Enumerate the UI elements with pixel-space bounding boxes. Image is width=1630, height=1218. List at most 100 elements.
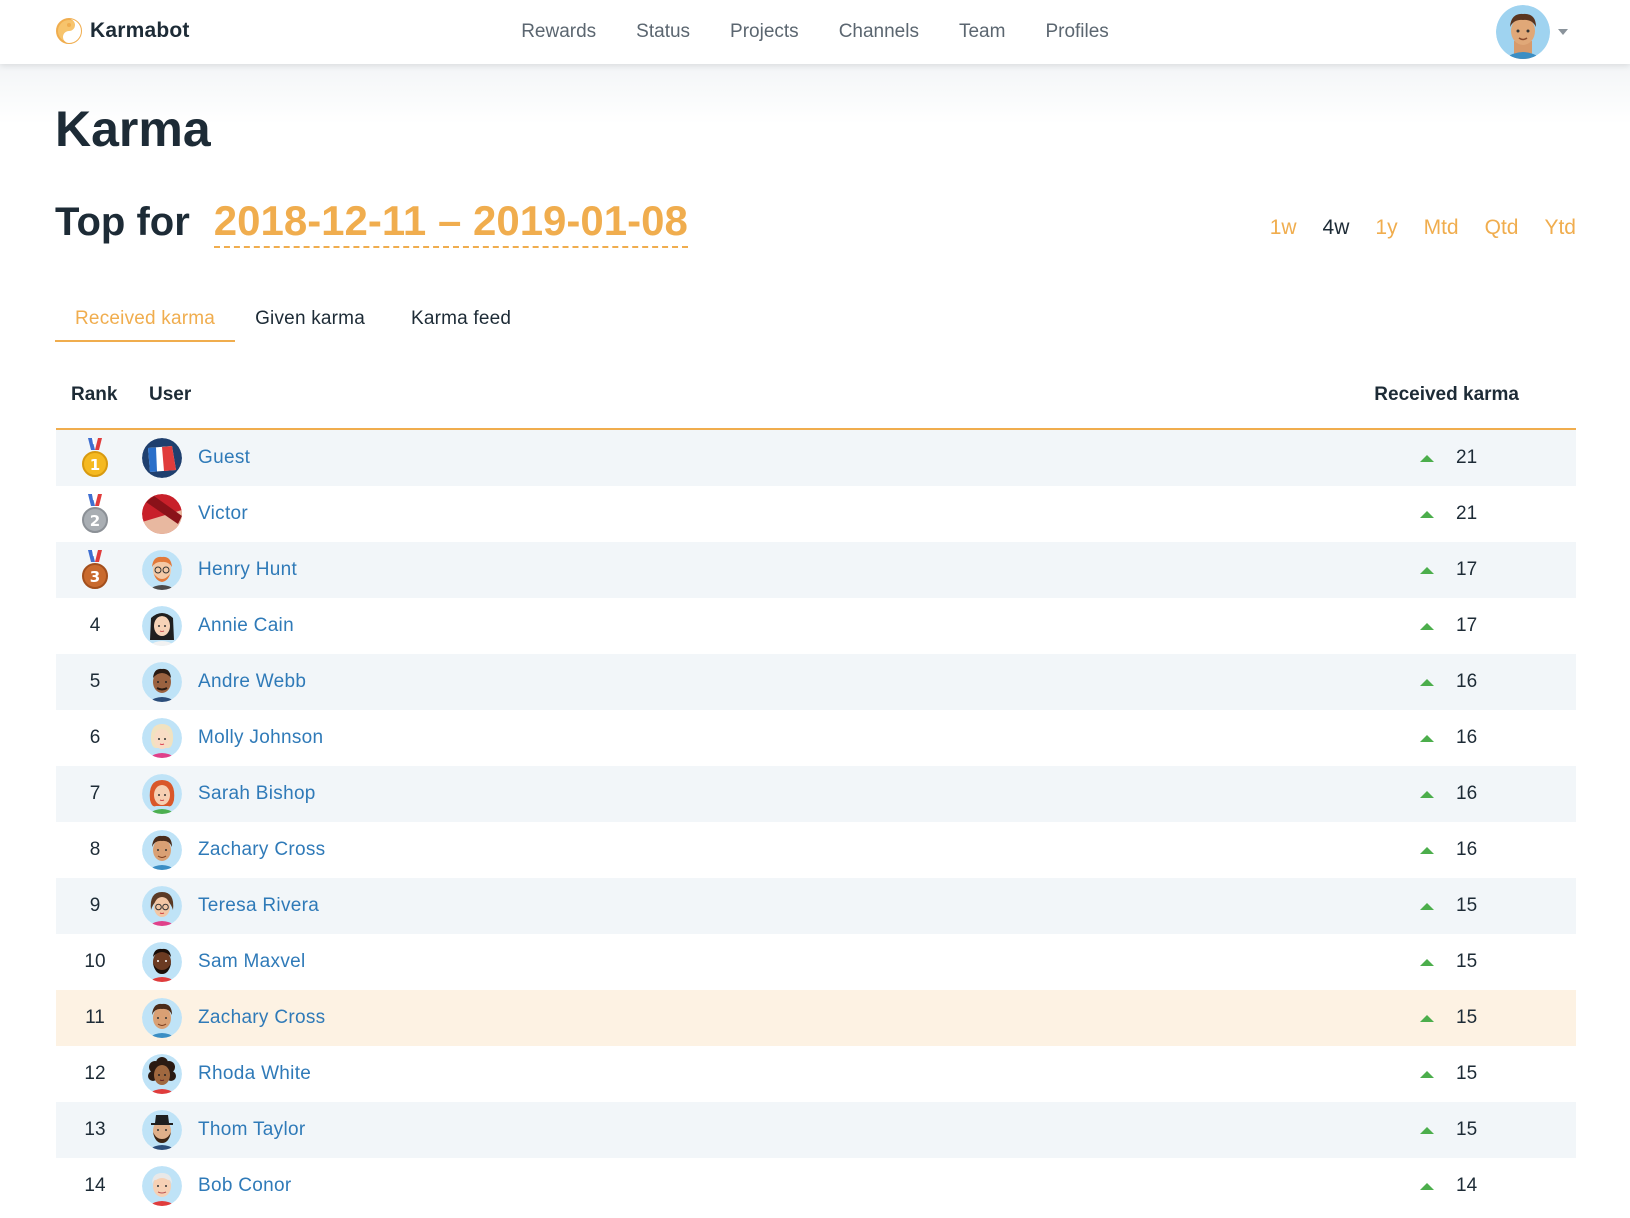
karma-value: 15 <box>1456 1119 1478 1140</box>
user-avatar <box>1496 5 1550 59</box>
period-selector: 1w 4w 1y Mtd Qtd Ytd <box>1244 216 1576 240</box>
karma-value: 15 <box>1456 951 1478 972</box>
user-name-link[interactable]: Andre Webb <box>198 654 306 710</box>
karma-cell: 15 <box>1420 878 1477 934</box>
nav-rewards[interactable]: Rewards <box>501 0 616 64</box>
karma-value: 17 <box>1456 615 1478 636</box>
column-header-user[interactable]: User <box>149 384 191 406</box>
period-mtd[interactable]: Mtd <box>1398 216 1459 240</box>
trend-up-icon <box>1420 1014 1434 1022</box>
karma-value: 15 <box>1456 895 1478 916</box>
user-avatar[interactable] <box>142 774 182 814</box>
user-avatar[interactable] <box>142 1166 182 1206</box>
user-avatar[interactable] <box>142 718 182 758</box>
column-header-received-karma[interactable]: Received karma <box>1374 384 1519 406</box>
user-name-link[interactable]: Molly Johnson <box>198 710 323 766</box>
column-header-rank[interactable]: Rank <box>71 384 117 406</box>
main-nav: Rewards Status Projects Channels Team Pr… <box>0 0 1630 64</box>
trend-up-icon <box>1420 454 1434 462</box>
trend-up-icon <box>1420 622 1434 630</box>
rank-cell: 1 <box>56 430 134 486</box>
nav-channels[interactable]: Channels <box>819 0 939 64</box>
brand-link[interactable]: Karmabot <box>56 16 190 46</box>
user-name-link[interactable]: Guest <box>198 430 250 486</box>
user-avatar[interactable] <box>142 550 182 590</box>
trend-up-icon <box>1420 1070 1434 1078</box>
period-4w[interactable]: 4w <box>1297 216 1350 240</box>
user-avatar[interactable] <box>142 942 182 982</box>
user-menu[interactable] <box>1496 5 1568 59</box>
user-name-link[interactable]: Thom Taylor <box>198 1102 306 1158</box>
nav-profiles[interactable]: Profiles <box>1025 0 1128 64</box>
rank-cell: 12 <box>84 1063 106 1084</box>
trend-up-icon <box>1420 678 1434 686</box>
user-name-link[interactable]: Henry Hunt <box>198 542 297 598</box>
karma-value: 16 <box>1456 727 1478 748</box>
top-navbar: Karmabot Rewards Status Projects Channel… <box>0 0 1630 64</box>
user-name-link[interactable]: Teresa Rivera <box>198 878 319 934</box>
rank-cell: 4 <box>89 615 101 636</box>
user-name-link[interactable]: Bob Conor <box>198 1158 292 1214</box>
period-1y[interactable]: 1y <box>1349 216 1397 240</box>
user-name-link[interactable]: Victor <box>198 486 248 542</box>
nav-status[interactable]: Status <box>616 0 710 64</box>
user-name-link[interactable]: Sarah Bishop <box>198 766 316 822</box>
rank-cell: 5 <box>89 671 101 692</box>
date-range-picker[interactable]: 2018-12-11 – 2019-01-08 <box>213 196 688 248</box>
period-1w[interactable]: 1w <box>1244 216 1297 240</box>
user-avatar[interactable] <box>142 1110 182 1150</box>
page-title: Karma <box>55 101 211 157</box>
user-name-link[interactable]: Annie Cain <box>198 598 294 654</box>
karma-value: 21 <box>1456 503 1478 524</box>
trend-up-icon <box>1420 958 1434 966</box>
trend-up-icon <box>1420 902 1434 910</box>
tab-given-karma[interactable]: Given karma <box>235 298 385 342</box>
trend-up-icon <box>1420 734 1434 742</box>
rank-cell: 14 <box>84 1175 106 1196</box>
user-avatar[interactable] <box>142 886 182 926</box>
user-name-link[interactable]: Zachary Cross <box>198 990 325 1046</box>
svg-text:1: 1 <box>90 456 100 474</box>
table-row: 13 Thom Taylor 15 <box>56 1102 1576 1158</box>
user-avatar[interactable] <box>142 1054 182 1094</box>
table-header: Rank User Received karma <box>56 370 1576 430</box>
user-avatar[interactable] <box>142 494 182 534</box>
karma-cell: 14 <box>1420 1158 1477 1214</box>
tab-received-karma[interactable]: Received karma <box>55 298 236 342</box>
rank-cell: 9 <box>89 895 101 916</box>
trend-up-icon <box>1420 846 1434 854</box>
karma-value: 14 <box>1456 1175 1478 1196</box>
period-ytd[interactable]: Ytd <box>1518 216 1576 240</box>
silver-medal-icon: 2 <box>82 494 108 533</box>
nav-team[interactable]: Team <box>939 0 1025 64</box>
user-avatar[interactable] <box>142 998 182 1038</box>
period-qtd[interactable]: Qtd <box>1459 216 1519 240</box>
table-row: 5 Andre Webb 16 <box>56 654 1576 710</box>
trend-up-icon <box>1420 1182 1434 1190</box>
user-avatar[interactable] <box>142 830 182 870</box>
user-avatar[interactable] <box>142 606 182 646</box>
nav-projects[interactable]: Projects <box>710 0 819 64</box>
brand-name: Karmabot <box>90 19 190 42</box>
user-avatar[interactable] <box>142 662 182 702</box>
karma-cell: 16 <box>1420 822 1477 878</box>
table-row: 11 Zachary Cross 15 <box>56 990 1576 1046</box>
svg-text:2: 2 <box>90 512 100 530</box>
user-name-link[interactable]: Sam Maxvel <box>198 934 306 990</box>
karma-value: 15 <box>1456 1007 1478 1028</box>
table-row: 8 Zachary Cross 16 <box>56 822 1576 878</box>
karma-cell: 21 <box>1420 486 1477 542</box>
karma-cell: 21 <box>1420 430 1477 486</box>
table-body: 1 Guest 21 2 Victor 21 3 Henry Hunt 17 4 Annie Cai… <box>56 430 1576 1214</box>
top-for-heading: Top for 2018-12-11 – 2019-01-08 <box>55 196 688 256</box>
table-row: 6 Molly Johnson 16 <box>56 710 1576 766</box>
karma-cell: 15 <box>1420 990 1477 1046</box>
table-row: 4 Annie Cain 17 <box>56 598 1576 654</box>
user-name-link[interactable]: Zachary Cross <box>198 822 325 878</box>
table-row: 12 Rhoda White 15 <box>56 1046 1576 1102</box>
user-name-link[interactable]: Rhoda White <box>198 1046 311 1102</box>
table-row: 2 Victor 21 <box>56 486 1576 542</box>
user-avatar[interactable] <box>142 438 182 478</box>
tab-karma-feed[interactable]: Karma feed <box>385 298 531 342</box>
gold-medal-icon: 1 <box>82 438 108 477</box>
